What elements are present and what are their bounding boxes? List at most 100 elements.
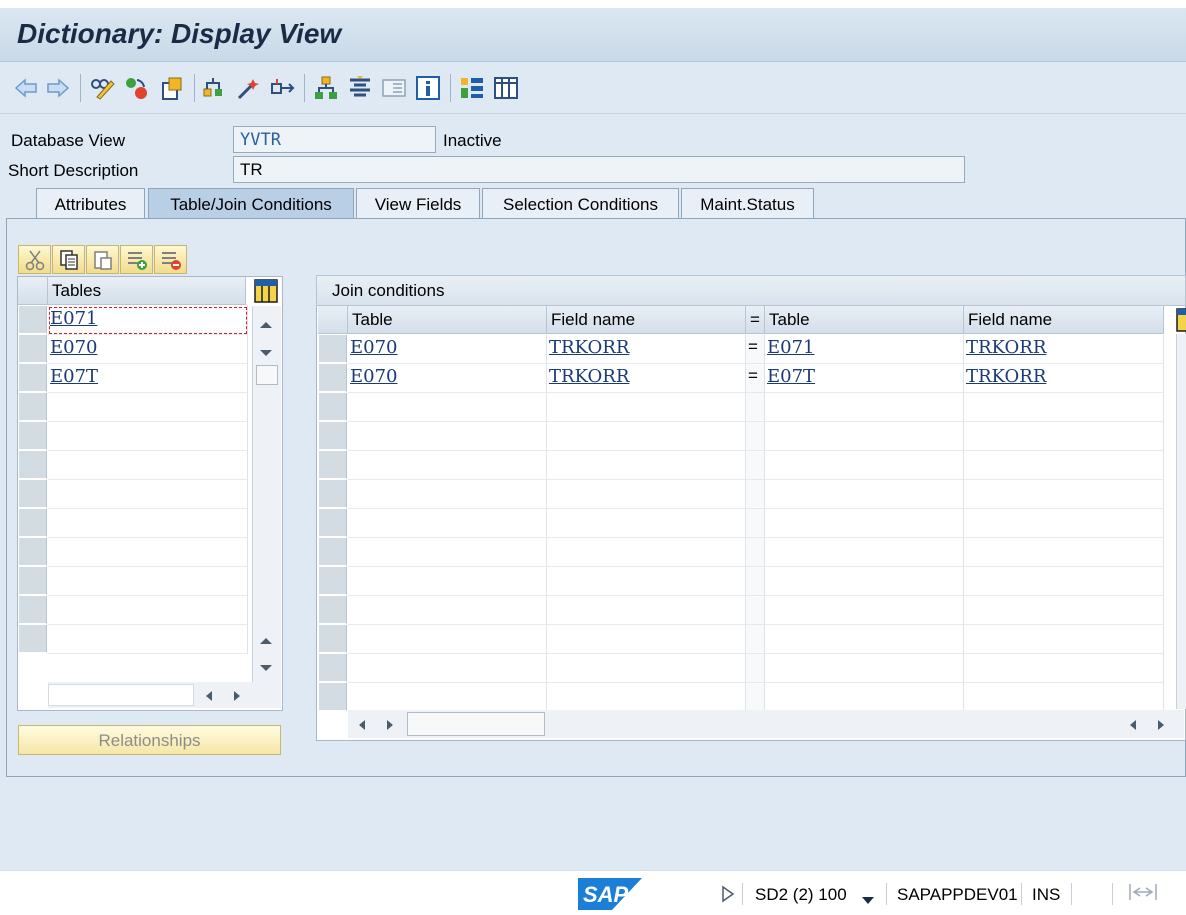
- join-cell-field1[interactable]: [547, 509, 746, 538]
- join-cell-field1[interactable]: [547, 480, 746, 509]
- join-cell-field2[interactable]: [964, 654, 1164, 683]
- join-cell-field2[interactable]: [964, 393, 1164, 422]
- join-row-selector[interactable]: [319, 509, 347, 537]
- join-cell-field2[interactable]: [964, 538, 1164, 567]
- table-row[interactable]: [48, 509, 248, 538]
- forward-icon[interactable]: [44, 74, 72, 102]
- table-row-selector[interactable]: [19, 509, 47, 537]
- table-row[interactable]: [48, 538, 248, 567]
- join-cell-field1[interactable]: [547, 567, 746, 596]
- join-cell-table1[interactable]: [348, 596, 547, 625]
- column-settings-icon[interactable]: [254, 279, 278, 303]
- table-row[interactable]: [48, 451, 248, 480]
- table-row-selector[interactable]: [19, 596, 47, 624]
- table-row-selector[interactable]: [19, 364, 47, 392]
- join-cell-field1[interactable]: [547, 393, 746, 422]
- join-value-table2[interactable]: E071: [767, 337, 815, 358]
- paste-button[interactable]: [86, 245, 119, 274]
- scroll-left-icon[interactable]: [204, 688, 214, 708]
- join-cell-table2[interactable]: [765, 451, 964, 480]
- scroll-thumb[interactable]: [256, 365, 278, 385]
- table-name-link[interactable]: E07T: [50, 366, 98, 387]
- table-row[interactable]: E07T: [48, 364, 248, 393]
- join-cell-table2[interactable]: [765, 567, 964, 596]
- insert-row-button[interactable]: [120, 245, 153, 274]
- table-row-selector[interactable]: [19, 393, 47, 421]
- join-cell-field2[interactable]: [964, 451, 1164, 480]
- join-cell-table1[interactable]: [348, 451, 547, 480]
- table-row-selector[interactable]: [19, 567, 47, 595]
- table-row[interactable]: [48, 393, 248, 422]
- scroll-page-up-icon[interactable]: [258, 631, 274, 651]
- join-row-selector[interactable]: [319, 683, 347, 711]
- join-cell-table2[interactable]: [765, 422, 964, 451]
- documentation-icon[interactable]: [380, 74, 408, 102]
- join-cell-field2[interactable]: [964, 422, 1164, 451]
- join-column-settings-icon[interactable]: [1176, 308, 1186, 332]
- join-row-selector[interactable]: [319, 393, 347, 421]
- join-cell-table1[interactable]: [348, 538, 547, 567]
- tab-selection-conditions[interactable]: Selection Conditions: [482, 188, 679, 220]
- join-cell-field1[interactable]: [547, 683, 746, 712]
- tab-view-fields[interactable]: View Fields: [356, 188, 480, 220]
- join-header-table1[interactable]: Table: [348, 306, 547, 334]
- back-icon[interactable]: [12, 74, 40, 102]
- table-row[interactable]: E070: [48, 335, 248, 364]
- expand-status-icon[interactable]: [721, 885, 735, 908]
- tables-column-header[interactable]: Tables: [48, 277, 246, 305]
- table-row[interactable]: E071: [48, 306, 248, 335]
- scroll-right-icon[interactable]: [232, 688, 242, 708]
- join-cell-table2[interactable]: [765, 654, 964, 683]
- join-vertical-scrollbar[interactable]: [1176, 334, 1186, 709]
- join-cell-field2[interactable]: [964, 596, 1164, 625]
- join-cell-table1[interactable]: [348, 567, 547, 596]
- join-cell-field2[interactable]: [964, 625, 1164, 654]
- copy-button[interactable]: [52, 245, 85, 274]
- table-row-selector[interactable]: [19, 625, 47, 653]
- join-cell-table1[interactable]: E070: [348, 335, 547, 364]
- columns-icon[interactable]: [492, 74, 520, 102]
- join-row-selector[interactable]: [319, 567, 347, 595]
- join-cell-table1[interactable]: [348, 683, 547, 712]
- input-mode[interactable]: INS: [1032, 885, 1060, 905]
- join-row-selector[interactable]: [319, 654, 347, 682]
- join-value-table1[interactable]: E070: [350, 337, 398, 358]
- hierarchy-icon[interactable]: [312, 74, 340, 102]
- join-value-field2[interactable]: TRKORR: [966, 366, 1046, 387]
- table-row[interactable]: [48, 596, 248, 625]
- activate-icon[interactable]: [122, 74, 150, 102]
- join-cell-table1[interactable]: [348, 480, 547, 509]
- join-scroll-right-icon[interactable]: [385, 717, 395, 737]
- join-cell-field1[interactable]: [547, 596, 746, 625]
- join-cell-field2[interactable]: TRKORR: [964, 364, 1164, 393]
- scroll-down-icon[interactable]: [258, 343, 274, 363]
- other-object-icon[interactable]: [158, 74, 186, 102]
- table-row-selector[interactable]: [19, 480, 47, 508]
- table-row-selector[interactable]: [19, 451, 47, 479]
- join-cell-table2[interactable]: E07T: [765, 364, 964, 393]
- scroll-page-down-icon[interactable]: [258, 658, 274, 678]
- tab-maint-status[interactable]: Maint.Status: [681, 188, 814, 220]
- join-value-table2[interactable]: E07T: [767, 366, 815, 387]
- join-cell-field1[interactable]: [547, 451, 746, 480]
- join-cell-table2[interactable]: [765, 625, 964, 654]
- join-value-field1[interactable]: TRKORR: [549, 366, 629, 387]
- join-cell-table1[interactable]: [348, 654, 547, 683]
- scroll-up-icon[interactable]: [258, 315, 274, 335]
- tab-attributes[interactable]: Attributes: [36, 188, 145, 220]
- table-row-selector[interactable]: [19, 335, 47, 363]
- join-cell-field1[interactable]: [547, 625, 746, 654]
- display-change-icon[interactable]: [88, 74, 116, 102]
- layout-icon[interactable]: [458, 74, 486, 102]
- join-scroll-page-left-icon[interactable]: [1128, 717, 1138, 737]
- table-name-link[interactable]: E071: [50, 308, 98, 329]
- join-cell-field2[interactable]: [964, 509, 1164, 538]
- table-row[interactable]: [48, 567, 248, 596]
- join-cell-field1[interactable]: TRKORR: [547, 335, 746, 364]
- join-row-selector[interactable]: [319, 596, 347, 624]
- layout-toggle-icon[interactable]: [1128, 882, 1158, 907]
- join-cell-field2[interactable]: [964, 480, 1164, 509]
- table-row[interactable]: [48, 422, 248, 451]
- database-view-field[interactable]: YVTR: [233, 126, 436, 153]
- check-icon[interactable]: [234, 74, 262, 102]
